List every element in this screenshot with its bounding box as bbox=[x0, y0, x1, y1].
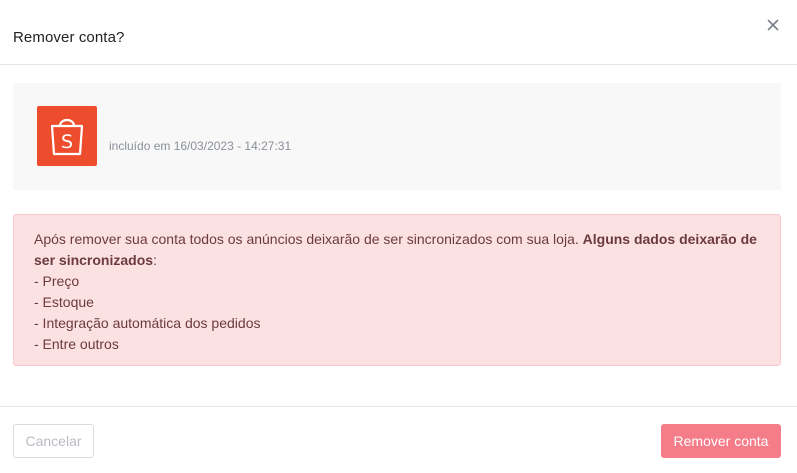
alert-intro-text: Após remover sua conta todos os anúncios… bbox=[34, 231, 583, 247]
close-icon[interactable] bbox=[765, 17, 781, 33]
alert-list-item: - Preço bbox=[34, 273, 80, 289]
cancel-button[interactable]: Cancelar bbox=[13, 424, 94, 458]
alert-list: - Preço - Estoque - Integração automátic… bbox=[34, 271, 760, 355]
alert-colon: : bbox=[153, 252, 157, 268]
alert-message: Após remover sua conta todos os anúncios… bbox=[34, 229, 760, 271]
svg-text:S: S bbox=[61, 131, 73, 153]
modal-header: Remover conta? bbox=[0, 0, 797, 65]
account-card: S incluído em 16/03/2023 - 14:27:31 bbox=[13, 83, 781, 190]
modal-title: Remover conta? bbox=[13, 29, 125, 46]
alert-list-item: - Estoque bbox=[34, 294, 94, 310]
alert-list-item: - Integração automática dos pedidos bbox=[34, 315, 261, 331]
shopee-bag-icon: S bbox=[37, 106, 97, 166]
warning-alert: Após remover sua conta todos os anúncios… bbox=[13, 214, 781, 366]
alert-list-item: - Entre outros bbox=[34, 336, 119, 352]
remove-account-modal: Remover conta? S incluído em 16/03/2023 … bbox=[0, 0, 797, 473]
remove-account-button[interactable]: Remover conta bbox=[661, 424, 781, 458]
included-date-text: incluído em 16/03/2023 - 14:27:31 bbox=[109, 139, 292, 153]
modal-footer: Cancelar Remover conta bbox=[0, 406, 797, 473]
